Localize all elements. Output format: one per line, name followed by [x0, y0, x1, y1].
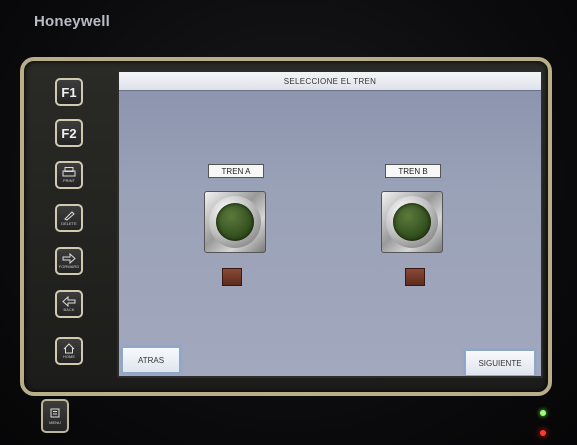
f1-key-label: F1	[61, 84, 77, 100]
train-b-ring	[386, 196, 438, 248]
touch-screen: SELECCIONE EL TREN TREN A TREN B ATRAS S…	[117, 70, 543, 378]
brand-logo: Honeywell	[34, 13, 110, 30]
status-led-green	[540, 410, 546, 416]
print-key-caption: PRINT	[63, 178, 75, 183]
train-a-button[interactable]	[204, 191, 266, 253]
train-b-label: TREN B	[385, 164, 441, 178]
menu-key[interactable]: MENU	[41, 399, 69, 433]
delete-key-caption: DELETE	[61, 221, 77, 226]
f1-key[interactable]: F1	[55, 78, 83, 106]
train-b-lamp	[393, 203, 431, 241]
delete-key[interactable]: DELETE	[55, 204, 83, 232]
edit-icon	[64, 211, 75, 221]
forward-key-caption: FORWARD	[58, 264, 80, 269]
back-key[interactable]: BACK	[55, 290, 83, 318]
forward-icon	[62, 253, 76, 264]
f2-key[interactable]: F2	[55, 119, 83, 147]
hmi-device: Honeywell F1 F2 PRINT DELETE FORWARD BAC…	[0, 0, 577, 445]
train-b-indicator	[405, 268, 425, 286]
screen-title: SELECCIONE EL TREN	[119, 72, 541, 91]
home-key[interactable]: HOME	[55, 337, 83, 365]
menu-key-caption: MENU	[49, 419, 61, 425]
print-icon	[62, 167, 76, 177]
home-key-caption: HOME	[63, 354, 75, 359]
function-keypad: F1 F2 PRINT DELETE FORWARD BACK HOME	[43, 72, 97, 374]
back-button[interactable]: ATRAS	[122, 347, 180, 373]
train-a-ring	[209, 196, 261, 248]
print-key[interactable]: PRINT	[55, 161, 83, 189]
back-key-caption: BACK	[63, 307, 75, 312]
home-icon	[63, 343, 75, 354]
train-b-button[interactable]	[381, 191, 443, 253]
next-button[interactable]: SIGUIENTE	[465, 350, 535, 376]
train-a-lamp	[216, 203, 254, 241]
train-a-label: TREN A	[208, 164, 264, 178]
menu-icon	[50, 408, 60, 417]
f2-key-label: F2	[61, 125, 77, 141]
train-a-indicator	[222, 268, 242, 286]
status-led-red	[540, 430, 546, 436]
back-icon	[62, 296, 76, 307]
forward-key[interactable]: FORWARD	[55, 247, 83, 275]
